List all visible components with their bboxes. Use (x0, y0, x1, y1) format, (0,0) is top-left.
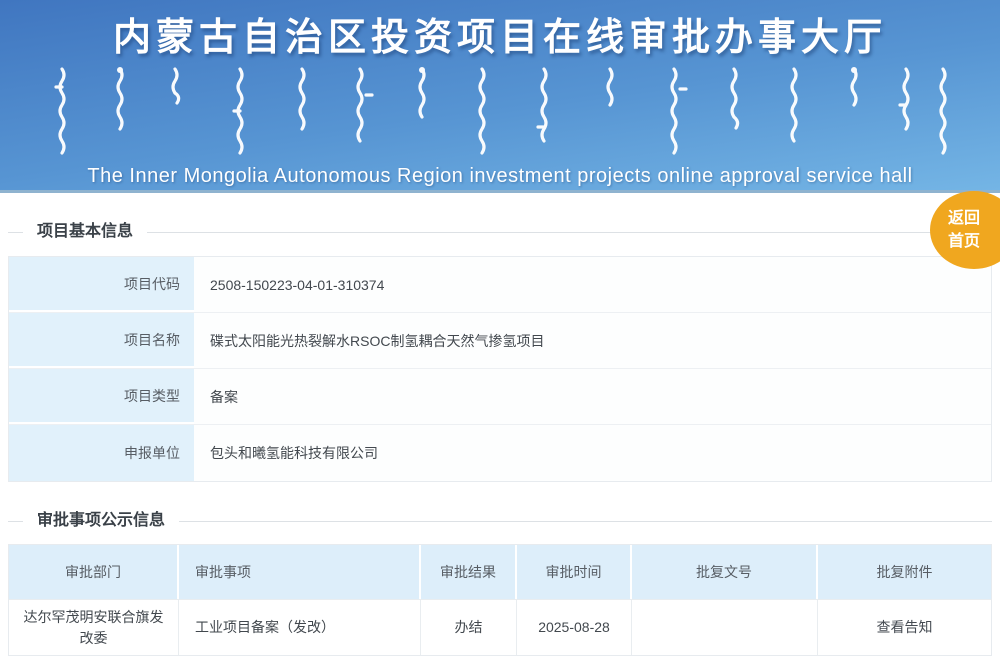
table-row: 项目类型 备案 (9, 369, 991, 425)
cell-department: 达尔罕茂明安联合旗发改委 (9, 600, 179, 655)
view-notice-link[interactable]: 查看告知 (877, 617, 933, 638)
section-title-text: 审批事项公示信息 (23, 510, 179, 532)
row-label: 申报单位 (9, 425, 194, 481)
column-header-doc-number: 批复文号 (632, 545, 818, 599)
mongolian-script-decoration (50, 65, 950, 163)
column-header-item: 审批事项 (179, 545, 421, 599)
site-banner: 内蒙古自治区投资项目在线审批办事大厅 The Inner Mongolia Au… (0, 0, 1000, 193)
row-label: 项目名称 (9, 313, 194, 368)
back-home-label-line2: 首页 (948, 230, 980, 253)
row-value: 包头和曦氢能科技有限公司 (194, 425, 991, 481)
cell-result: 办结 (421, 600, 517, 655)
row-label: 项目代码 (9, 257, 194, 312)
section-title-text: 项目基本信息 (23, 221, 147, 243)
column-header-time: 审批时间 (517, 545, 632, 599)
column-header-result: 审批结果 (421, 545, 517, 599)
column-header-attachment: 批复附件 (818, 545, 991, 599)
row-label: 项目类型 (9, 369, 194, 424)
approval-table: 审批部门 审批事项 审批结果 审批时间 批复文号 批复附件 达尔罕茂明安联合旗发… (8, 544, 992, 656)
column-header-department: 审批部门 (9, 545, 179, 599)
table-row: 项目名称 碟式太阳能光热裂解水RSOC制氢耦合天然气掺氢项目 (9, 313, 991, 369)
cell-attachment: 查看告知 (818, 600, 991, 655)
approval-table-header: 审批部门 审批事项 审批结果 审批时间 批复文号 批复附件 (9, 545, 991, 599)
section-title-approval-info: 审批事项公示信息 (8, 510, 992, 532)
section-title-basic-info: 项目基本信息 (8, 221, 992, 243)
table-row: 申报单位 包头和曦氢能科技有限公司 (9, 425, 991, 481)
site-subtitle-en: The Inner Mongolia Autonomous Region inv… (0, 165, 1000, 188)
cell-doc-number (632, 600, 818, 655)
table-row: 项目代码 2508-150223-04-01-310374 (9, 257, 991, 313)
row-value: 2508-150223-04-01-310374 (194, 257, 991, 312)
site-title-cn: 内蒙古自治区投资项目在线审批办事大厅 (0, 0, 1000, 61)
cell-time: 2025-08-28 (517, 600, 632, 655)
back-home-label-line1: 返回 (948, 207, 980, 230)
row-value: 备案 (194, 369, 991, 424)
table-row: 达尔罕茂明安联合旗发改委 工业项目备案（发改） 办结 2025-08-28 查看… (9, 599, 991, 655)
section-divider-line (8, 232, 992, 233)
basic-info-table: 项目代码 2508-150223-04-01-310374 项目名称 碟式太阳能… (8, 256, 992, 482)
cell-item: 工业项目备案（发改） (179, 600, 421, 655)
row-value: 碟式太阳能光热裂解水RSOC制氢耦合天然气掺氢项目 (194, 313, 991, 368)
